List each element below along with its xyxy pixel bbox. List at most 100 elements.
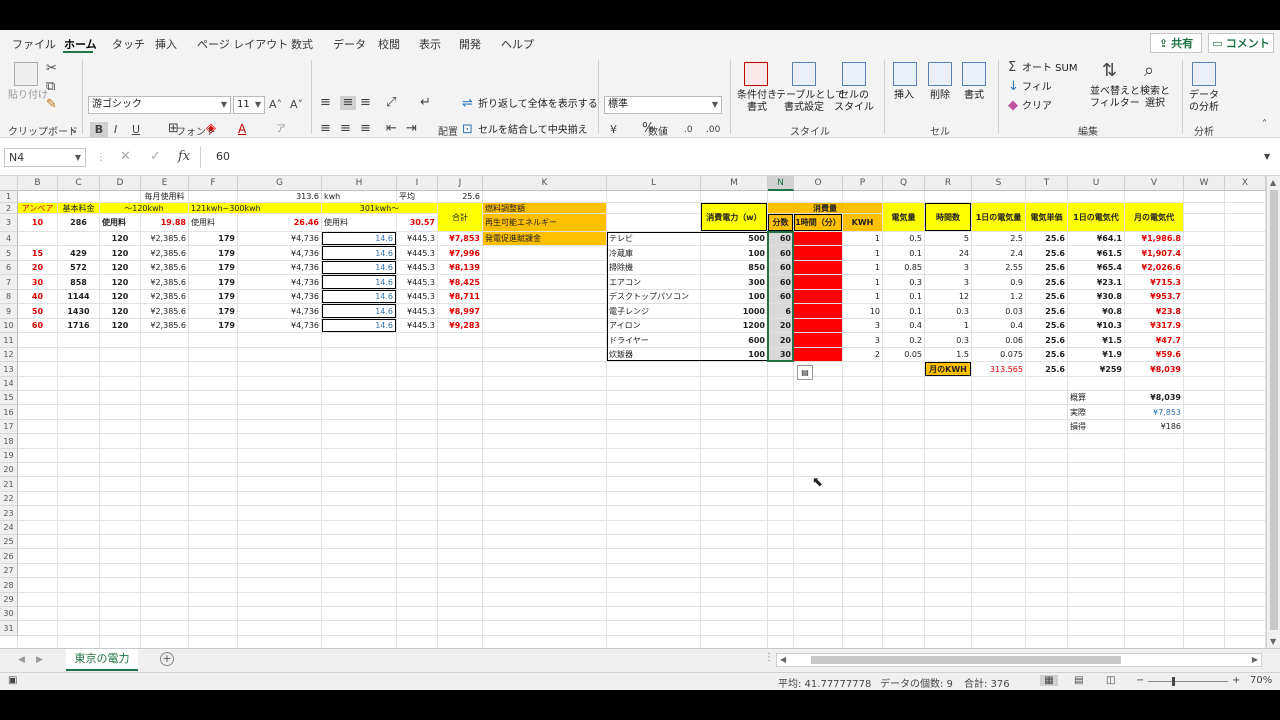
appliance-kwh[interactable]: 2	[843, 348, 882, 361]
total-cost[interactable]: ¥7,853	[438, 232, 482, 245]
kwh-unit-label[interactable]: kwh	[322, 191, 396, 202]
base-fee-value[interactable]: 429	[58, 246, 99, 260]
share-button[interactable]: ⇪ 共有	[1150, 33, 1202, 53]
appliance-daily-cost[interactable]: ¥64.1	[1068, 232, 1124, 245]
average-label[interactable]: 平均	[397, 191, 437, 202]
tier3-usage[interactable]: 14.6	[322, 290, 396, 303]
column-header-r[interactable]: R	[925, 176, 972, 191]
tier1-usage[interactable]: 120	[100, 261, 140, 274]
appliance-kwh[interactable]: 10	[843, 304, 882, 318]
tier3-usage[interactable]: 14.6	[322, 304, 396, 318]
monthly-cost-header[interactable]: 月の電気代	[1125, 203, 1183, 231]
confirm-icon[interactable]: ✓	[150, 150, 161, 164]
tier2-usage[interactable]: 179	[189, 304, 237, 318]
estimate-label[interactable]: 概算	[1068, 391, 1124, 404]
column-header-g[interactable]: G	[238, 176, 322, 191]
per-hour-cell[interactable]	[794, 275, 842, 289]
scroll-right-icon[interactable]: ▶	[1252, 655, 1258, 664]
scroll-up-icon[interactable]: ▲	[1270, 178, 1276, 187]
sort-filter-button[interactable]: 並べ替えと フィルター	[1090, 86, 1140, 110]
ampere-value[interactable]: 50	[18, 304, 57, 318]
per-hour-cell[interactable]	[794, 333, 842, 347]
daily-kwh-header[interactable]: 1日の電気量	[972, 203, 1025, 231]
row-header-3[interactable]: 3	[0, 214, 18, 232]
appliance-daily-cost[interactable]: ¥1.5	[1068, 333, 1124, 347]
tier1-cost[interactable]: ¥2,385.6	[141, 319, 188, 332]
row-header-20[interactable]: 20	[0, 463, 18, 477]
tab-touch[interactable]: タッチ	[112, 36, 145, 52]
row-header-31[interactable]: 31	[0, 621, 18, 636]
total-cost[interactable]: ¥8,997	[438, 304, 482, 318]
paste-icon[interactable]	[14, 62, 38, 86]
column-header-b[interactable]: B	[18, 176, 58, 191]
renewable-header[interactable]: 再生可能エネルギー	[483, 214, 606, 231]
column-header-t[interactable]: T	[1026, 176, 1068, 191]
scroll-down-icon[interactable]: ▼	[1270, 637, 1276, 646]
tier3-rate[interactable]: 30.57	[397, 214, 437, 231]
cancel-icon[interactable]: ✕	[120, 150, 131, 164]
row-header-10[interactable]: 10	[0, 319, 18, 333]
appliance-unit-price[interactable]: 25.6	[1026, 275, 1067, 289]
tier1-usage[interactable]: 120	[100, 232, 140, 245]
row-header-2[interactable]: 2	[0, 203, 18, 214]
appliance-kwh[interactable]: 1	[843, 246, 882, 260]
format-as-table-button[interactable]: テーブルとして 書式設定	[776, 90, 845, 114]
appliance-daily-kwh[interactable]: 0.03	[972, 304, 1025, 318]
fill-icon[interactable]: ↓	[1008, 80, 1019, 94]
daily-cost-header[interactable]: 1日の電気代	[1068, 203, 1124, 231]
tab-data[interactable]: データ	[333, 36, 366, 52]
rtl-icon[interactable]: ↵	[420, 96, 431, 110]
scrollbar-thumb[interactable]	[1270, 190, 1278, 630]
tier2-cost[interactable]: ¥4,736	[238, 246, 321, 260]
number-format-select[interactable]: 標準 ▼	[604, 96, 722, 114]
clipboard-launcher-icon[interactable]: ↘	[70, 124, 77, 138]
consumption-header[interactable]: 消費量	[768, 203, 882, 213]
row-header-15[interactable]: 15	[0, 391, 18, 405]
currency-icon[interactable]: ¥	[610, 123, 617, 137]
tier1-usage[interactable]: 120	[100, 319, 140, 332]
appliance-daily-kwh[interactable]: 0.4	[972, 319, 1025, 332]
page-layout-view-icon[interactable]: ▤	[1074, 675, 1083, 686]
tab-review[interactable]: 校閲	[378, 36, 400, 52]
per-hour-cell[interactable]	[794, 232, 842, 245]
merge-center-icon[interactable]: ⊡	[462, 123, 473, 137]
appliance-electricity[interactable]: 0.1	[883, 304, 924, 318]
shrink-font-icon[interactable]: A˅	[290, 98, 303, 112]
fill-button[interactable]: フィル	[1022, 82, 1052, 94]
ampere-value[interactable]: 40	[18, 290, 57, 303]
tier2-cost[interactable]: ¥4,736	[238, 232, 321, 245]
appliance-monthly-cost[interactable]: ¥23.8	[1125, 304, 1183, 318]
column-header-w[interactable]: W	[1184, 176, 1225, 191]
appliance-kwh[interactable]: 1	[843, 275, 882, 289]
find-select-button[interactable]: 検索と 選択	[1138, 86, 1172, 110]
tier2-cost[interactable]: ¥4,736	[238, 275, 321, 289]
row-header-5[interactable]: 5	[0, 246, 18, 261]
grow-font-icon[interactable]: A˄	[269, 98, 282, 112]
tier1-cost[interactable]: ¥2,385.6	[141, 232, 188, 245]
total-cost[interactable]: ¥7,996	[438, 246, 482, 260]
minutes-header[interactable]: 分数	[768, 214, 793, 231]
row-header-7[interactable]: 7	[0, 275, 18, 290]
total-cost[interactable]: ¥8,425	[438, 275, 482, 289]
fuel-adjust-header[interactable]: 燃料調整額	[483, 203, 606, 213]
row-header-12[interactable]: 12	[0, 348, 18, 362]
monthly-daily-total[interactable]: ¥259	[1068, 362, 1124, 376]
font-size-select[interactable]: 11 ▼	[233, 96, 265, 114]
appliance-monthly-cost[interactable]: ¥1,907.4	[1125, 246, 1183, 260]
appliance-unit-price[interactable]: 25.6	[1026, 348, 1067, 361]
appliance-electricity[interactable]: 0.1	[883, 290, 924, 303]
italic-icon[interactable]: I	[114, 123, 117, 137]
column-header-q[interactable]: Q	[883, 176, 925, 191]
column-header-k[interactable]: K	[483, 176, 607, 191]
row-header-18[interactable]: 18	[0, 434, 18, 449]
column-header-c[interactable]: C	[58, 176, 100, 191]
autosum-button[interactable]: オート SUM	[1022, 63, 1077, 75]
tier3-usage[interactable]: 14.6	[322, 246, 396, 260]
usage-label[interactable]: 使用料	[100, 214, 140, 231]
base-fee-value[interactable]: 1716	[58, 319, 99, 332]
row-header-28[interactable]: 28	[0, 578, 18, 593]
delete-cells-icon[interactable]	[928, 62, 952, 86]
column-header-x[interactable]: X	[1225, 176, 1266, 191]
tier2-cost[interactable]: ¥4,736	[238, 261, 321, 274]
collapse-ribbon-icon[interactable]: ˄	[1262, 118, 1267, 132]
